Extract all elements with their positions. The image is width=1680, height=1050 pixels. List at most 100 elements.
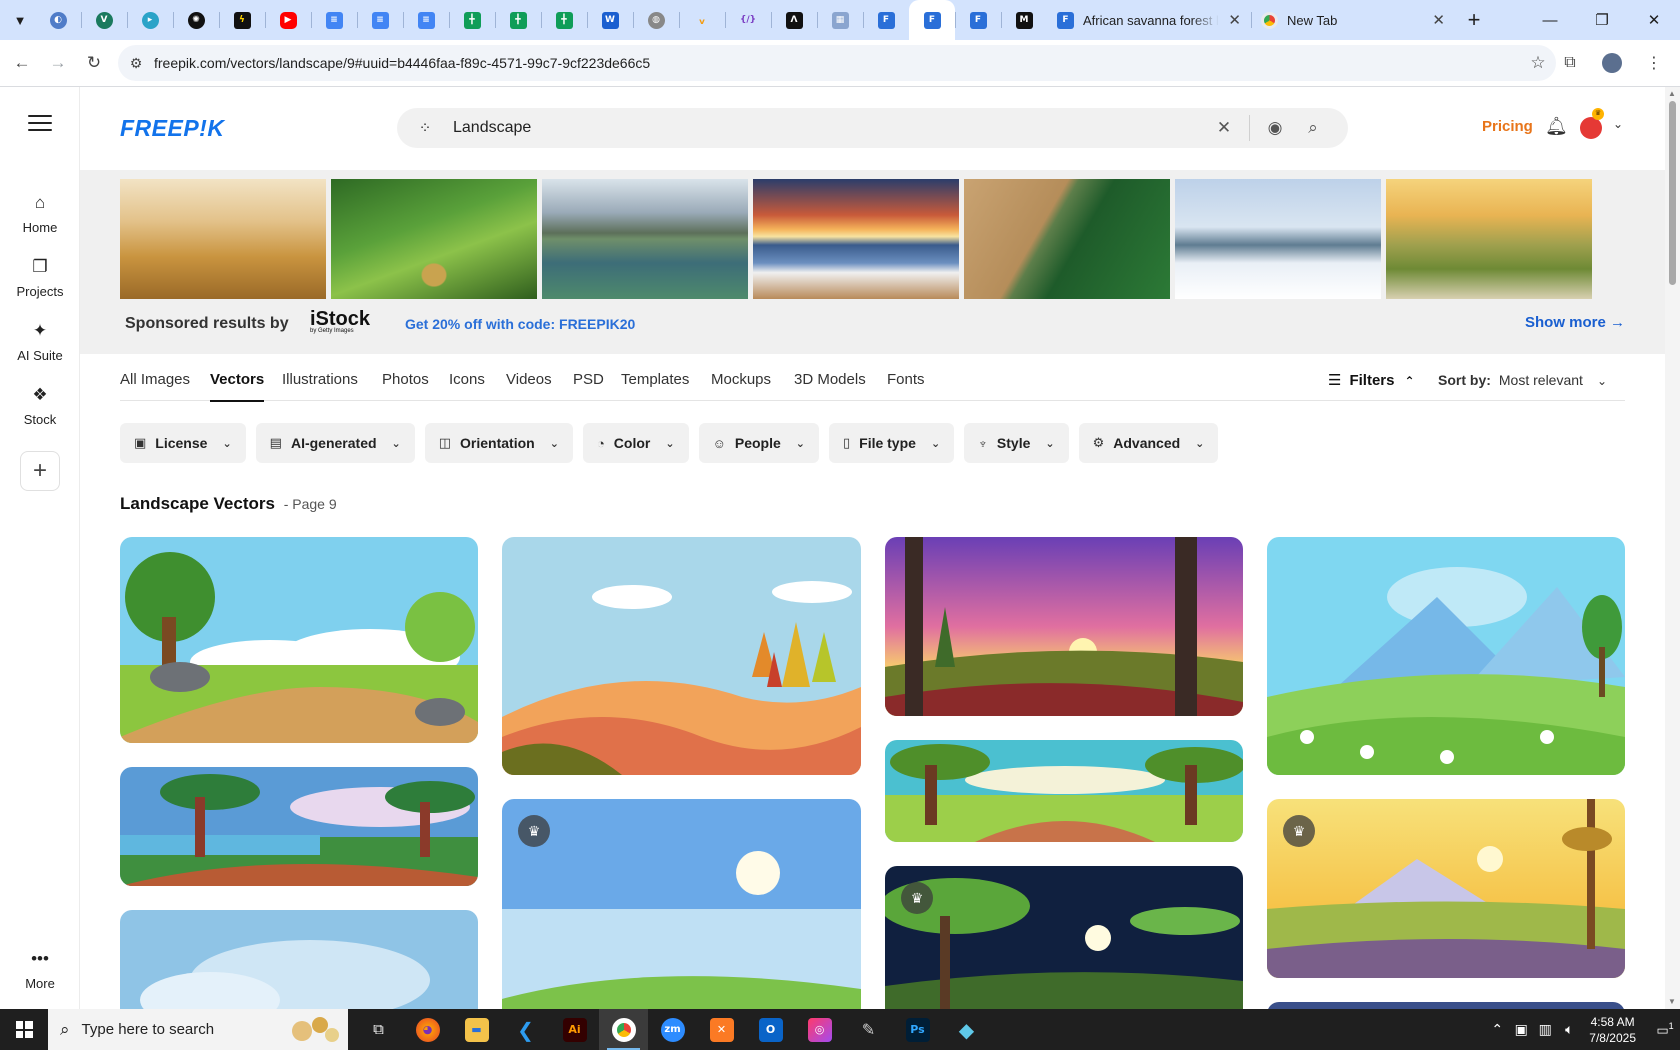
tab-videos[interactable]: Videos (506, 371, 552, 388)
search-input[interactable] (453, 119, 1205, 137)
tab-pinned-17[interactable]: Λ (771, 0, 817, 40)
tab-pinned-16[interactable]: {/} (725, 0, 771, 40)
tab-pinned-14[interactable]: ◍ (633, 0, 679, 40)
filter-license[interactable]: ▣ License ⌄ (120, 423, 246, 463)
task-view-button[interactable]: ⧉ (354, 1009, 403, 1050)
scrollbar-thumb[interactable] (1669, 101, 1676, 285)
tab-pinned-3[interactable]: ▸ (127, 0, 173, 40)
tab-pinned-1[interactable]: ◐ (35, 0, 81, 40)
hamburger-menu-icon[interactable] (28, 115, 52, 131)
tab-pinned-9[interactable]: ≡ (403, 0, 449, 40)
tab-pinned-10[interactable]: ╋ (449, 0, 495, 40)
address-bar[interactable]: ⚙ freepik.com/vectors/landscape/9#uuid=b… (118, 45, 1556, 81)
tab-pinned-19[interactable]: F (863, 0, 909, 40)
result-card-partial[interactable] (1267, 1002, 1625, 1009)
tab-illustrations[interactable]: Illustrations (282, 371, 358, 388)
sidebar-item-home[interactable]: ⌂ Home (0, 193, 80, 235)
tab-mockups[interactable]: Mockups (711, 371, 771, 388)
pricing-link[interactable]: Pricing (1482, 118, 1533, 135)
sidebar-item-projects[interactable]: ❐ Projects (0, 257, 80, 299)
tab-pinned-5[interactable]: ϟ (219, 0, 265, 40)
taskbar-file-explorer[interactable]: ▬ (452, 1009, 501, 1050)
bookmark-star-icon[interactable]: ☆ (1520, 53, 1556, 73)
filter-ai-generated[interactable]: ▤ AI-generated ⌄ (255, 423, 415, 463)
tab-photos[interactable]: Photos (382, 371, 429, 388)
tab-pinned-6[interactable]: ▶ (265, 0, 311, 40)
tab-pinned-21[interactable]: F (955, 0, 1001, 40)
sponsored-photo-field-road[interactable] (964, 179, 1170, 299)
extensions-icon[interactable]: ⧉ (1554, 47, 1586, 79)
result-card-autumn-hills[interactable] (502, 537, 861, 775)
bell-icon[interactable]: 🔔︎ (1545, 116, 1568, 137)
sponsored-photo-sunset-beach[interactable] (753, 179, 959, 299)
filter-orientation[interactable]: ◫ Orientation ⌄ (424, 423, 573, 463)
taskbar-outlook[interactable]: O (746, 1009, 795, 1050)
freepik-logo[interactable]: FREEP!K (120, 115, 224, 142)
result-card-valley-path[interactable] (885, 740, 1243, 842)
search-type-icon[interactable]: ⁘ (397, 119, 453, 137)
taskbar-clock[interactable]: 4:58 AM 7/8/2025 (1589, 1014, 1636, 1046)
sidebar-item-more[interactable]: ••• More (0, 949, 80, 991)
taskbar-app-diamond[interactable]: ◆ (942, 1009, 991, 1050)
filter-advanced[interactable]: ⚙ Advanced ⌄ (1078, 423, 1219, 463)
camera-search-icon[interactable]: ◉ (1256, 118, 1294, 138)
url-text[interactable]: freepik.com/vectors/landscape/9#uuid=b44… (154, 55, 1520, 71)
volume-icon[interactable]: 🔈︎ (1557, 1021, 1581, 1038)
scroll-up-icon[interactable]: ▲ (1668, 89, 1676, 98)
sponsored-photo-meadow[interactable] (1386, 179, 1592, 299)
tab-african-savanna[interactable]: F African savanna forest landscape ✕ (1047, 0, 1251, 40)
show-more-link[interactable]: Show more → (1525, 314, 1625, 331)
tab-pinned-12[interactable]: ╋ (541, 0, 587, 40)
filter-people[interactable]: ☺ People ⌄ (698, 423, 819, 463)
sponsored-photo-snow-trees[interactable] (1175, 179, 1381, 299)
tray-app-icon[interactable]: ▣ (1509, 1021, 1533, 1038)
forward-icon[interactable]: → (40, 45, 76, 81)
tab-pinned-8[interactable]: ≡ (357, 0, 403, 40)
taskbar-photoshop[interactable]: Ps (893, 1009, 942, 1050)
tab-icons[interactable]: Icons (449, 371, 485, 388)
taskbar-zoom[interactable]: zm (648, 1009, 697, 1050)
result-card-clouds[interactable] (120, 910, 478, 1009)
scroll-down-icon[interactable]: ▼ (1668, 997, 1676, 1006)
close-icon[interactable]: ✕ (1432, 11, 1445, 29)
tab-pinned-active[interactable]: F (909, 0, 955, 40)
taskbar-vscode[interactable]: ❮ (501, 1009, 550, 1050)
sort-dropdown[interactable]: Sort by: Most relevant ⌄ (1438, 372, 1607, 388)
taskbar-xampp[interactable]: ✕ (697, 1009, 746, 1050)
taskbar-illustrator[interactable]: Ai (550, 1009, 599, 1050)
sidebar-item-stock[interactable]: ❖ Stock (0, 385, 80, 427)
site-info-icon[interactable]: ⚙ (118, 55, 154, 72)
tab-fonts[interactable]: Fonts (887, 371, 925, 388)
notification-center-button[interactable]: ▭1 (1650, 1021, 1680, 1038)
tab-new-tab[interactable]: New Tab ✕ (1251, 0, 1455, 40)
start-button[interactable] (0, 1009, 48, 1050)
taskbar-firefox[interactable]: ◕ (403, 1009, 452, 1050)
maximize-icon[interactable]: ❐ (1576, 0, 1628, 40)
tab-search-button[interactable]: ▼ (5, 5, 35, 35)
tab-pinned-13[interactable]: W (587, 0, 633, 40)
filter-file-type[interactable]: ▯ File type ⌄ (828, 423, 955, 463)
taskbar-creative-cloud[interactable]: ◎ (795, 1009, 844, 1050)
filter-style[interactable]: ♆ Style ⌄ (964, 423, 1069, 463)
result-card-mountain-daisies[interactable] (1267, 537, 1625, 775)
close-window-icon[interactable]: ✕ (1628, 0, 1680, 40)
add-button[interactable]: + (20, 451, 60, 491)
chevron-up-icon[interactable]: ⌃ (1485, 1021, 1509, 1038)
sponsored-photo-terraces[interactable] (331, 179, 537, 299)
tab-pinned-4[interactable]: ✺ (173, 0, 219, 40)
tab-pinned-22[interactable]: M (1001, 0, 1047, 40)
profile-avatar[interactable] (1596, 47, 1628, 79)
result-card-lake-trees[interactable] (120, 767, 478, 886)
menu-kebab-icon[interactable]: ⋮ (1638, 47, 1670, 79)
tab-pinned-7[interactable]: ≡ (311, 0, 357, 40)
network-icon[interactable]: ▥ (1533, 1021, 1557, 1038)
minimize-icon[interactable]: — (1524, 0, 1576, 40)
taskbar-chrome[interactable] (599, 1009, 648, 1050)
search-icon[interactable]: ⌕ (1294, 118, 1332, 138)
back-icon[interactable]: ← (4, 45, 40, 81)
tab-pinned-11[interactable]: ╋ (495, 0, 541, 40)
filter-color[interactable]: ◔ Color ⌄ (582, 423, 689, 463)
result-card-sunset-forest[interactable] (885, 537, 1243, 716)
chevron-down-icon[interactable]: ⌄ (1613, 117, 1623, 131)
tab-3d-models[interactable]: 3D Models (794, 371, 866, 388)
